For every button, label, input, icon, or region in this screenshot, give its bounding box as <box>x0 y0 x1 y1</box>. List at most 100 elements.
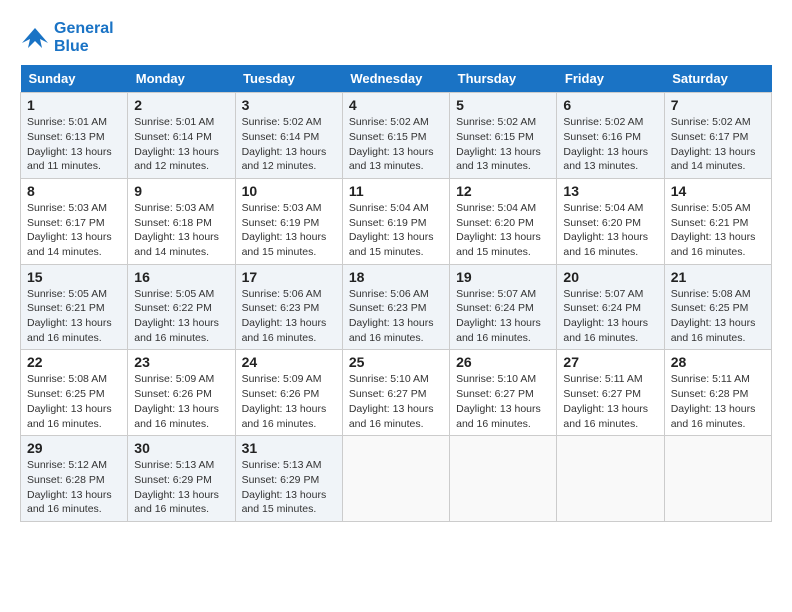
calendar-header-row: SundayMondayTuesdayWednesdayThursdayFrid… <box>21 65 772 93</box>
day-info: Sunrise: 5:08 AMSunset: 6:25 PMDaylight:… <box>27 372 121 431</box>
day-info: Sunrise: 5:10 AMSunset: 6:27 PMDaylight:… <box>456 372 550 431</box>
calendar-day-cell: 29 Sunrise: 5:12 AMSunset: 6:28 PMDayligh… <box>21 436 128 522</box>
calendar-day-cell: 22 Sunrise: 5:08 AMSunset: 6:25 PMDayligh… <box>21 350 128 436</box>
day-info: Sunrise: 5:04 AMSunset: 6:20 PMDaylight:… <box>456 201 550 260</box>
logo-text: General Blue <box>54 20 114 55</box>
day-number: 26 <box>456 354 550 370</box>
calendar-day-cell: 26 Sunrise: 5:10 AMSunset: 6:27 PMDayligh… <box>450 350 557 436</box>
logo-icon <box>20 23 50 53</box>
calendar-day-cell: 28 Sunrise: 5:11 AMSunset: 6:28 PMDayligh… <box>664 350 771 436</box>
day-info: Sunrise: 5:10 AMSunset: 6:27 PMDaylight:… <box>349 372 443 431</box>
day-info: Sunrise: 5:08 AMSunset: 6:25 PMDaylight:… <box>671 287 765 346</box>
calendar-day-cell: 19 Sunrise: 5:07 AMSunset: 6:24 PMDayligh… <box>450 264 557 350</box>
day-number: 17 <box>242 269 336 285</box>
day-info: Sunrise: 5:01 AMSunset: 6:13 PMDaylight:… <box>27 115 121 174</box>
calendar-day-cell: 6 Sunrise: 5:02 AMSunset: 6:16 PMDaylight… <box>557 93 664 179</box>
day-number: 5 <box>456 97 550 113</box>
day-number: 4 <box>349 97 443 113</box>
day-info: Sunrise: 5:03 AMSunset: 6:18 PMDaylight:… <box>134 201 228 260</box>
calendar-day-cell: 5Sunrise: 5:02 AMSunset: 6:15 PMDaylight… <box>450 93 557 179</box>
day-number: 22 <box>27 354 121 370</box>
day-info: Sunrise: 5:13 AMSunset: 6:29 PMDaylight:… <box>242 458 336 517</box>
day-info: Sunrise: 5:02 AMSunset: 6:17 PMDaylight:… <box>671 115 765 174</box>
calendar-day-cell <box>664 436 771 522</box>
weekday-header: Monday <box>128 65 235 93</box>
day-number: 23 <box>134 354 228 370</box>
calendar-day-cell: 16 Sunrise: 5:05 AMSunset: 6:22 PMDayligh… <box>128 264 235 350</box>
day-number: 2 <box>134 97 228 113</box>
day-info: Sunrise: 5:03 AMSunset: 6:17 PMDaylight:… <box>27 201 121 260</box>
calendar-week-row: 22 Sunrise: 5:08 AMSunset: 6:25 PMDayligh… <box>21 350 772 436</box>
day-number: 14 <box>671 183 765 199</box>
calendar-week-row: 29 Sunrise: 5:12 AMSunset: 6:28 PMDayligh… <box>21 436 772 522</box>
day-number: 18 <box>349 269 443 285</box>
page-header: General Blue <box>20 20 772 55</box>
day-number: 15 <box>27 269 121 285</box>
day-number: 11 <box>349 183 443 199</box>
day-number: 28 <box>671 354 765 370</box>
calendar-day-cell: 4 Sunrise: 5:02 AMSunset: 6:15 PMDaylight… <box>342 93 449 179</box>
day-info: Sunrise: 5:11 AMSunset: 6:28 PMDaylight:… <box>671 372 765 431</box>
calendar-day-cell: 3 Sunrise: 5:02 AMSunset: 6:14 PMDaylight… <box>235 93 342 179</box>
calendar-day-cell: 11 Sunrise: 5:04 AMSunset: 6:19 PMDayligh… <box>342 178 449 264</box>
day-number: 6 <box>563 97 657 113</box>
day-info: Sunrise: 5:13 AMSunset: 6:29 PMDaylight:… <box>134 458 228 517</box>
day-info: Sunrise: 5:03 AMSunset: 6:19 PMDaylight:… <box>242 201 336 260</box>
day-number: 27 <box>563 354 657 370</box>
weekday-header: Wednesday <box>342 65 449 93</box>
calendar-day-cell: 14 Sunrise: 5:05 AMSunset: 6:21 PMDayligh… <box>664 178 771 264</box>
calendar-day-cell: 12 Sunrise: 5:04 AMSunset: 6:20 PMDayligh… <box>450 178 557 264</box>
calendar-day-cell <box>342 436 449 522</box>
day-number: 21 <box>671 269 765 285</box>
day-number: 13 <box>563 183 657 199</box>
calendar-day-cell <box>557 436 664 522</box>
day-number: 12 <box>456 183 550 199</box>
day-number: 31 <box>242 440 336 456</box>
calendar-week-row: 8 Sunrise: 5:03 AMSunset: 6:17 PMDaylight… <box>21 178 772 264</box>
day-info: Sunrise: 5:04 AMSunset: 6:20 PMDaylight:… <box>563 201 657 260</box>
calendar-day-cell: 8 Sunrise: 5:03 AMSunset: 6:17 PMDaylight… <box>21 178 128 264</box>
weekday-header: Sunday <box>21 65 128 93</box>
weekday-header: Friday <box>557 65 664 93</box>
calendar-week-row: 15 Sunrise: 5:05 AMSunset: 6:21 PMDayligh… <box>21 264 772 350</box>
day-number: 29 <box>27 440 121 456</box>
weekday-header: Tuesday <box>235 65 342 93</box>
calendar-day-cell: 13 Sunrise: 5:04 AMSunset: 6:20 PMDayligh… <box>557 178 664 264</box>
day-number: 10 <box>242 183 336 199</box>
day-number: 30 <box>134 440 228 456</box>
day-number: 24 <box>242 354 336 370</box>
calendar-day-cell: 27 Sunrise: 5:11 AMSunset: 6:27 PMDayligh… <box>557 350 664 436</box>
day-number: 19 <box>456 269 550 285</box>
calendar-day-cell: 24Sunrise: 5:09 AMSunset: 6:26 PMDayligh… <box>235 350 342 436</box>
day-number: 8 <box>27 183 121 199</box>
day-number: 25 <box>349 354 443 370</box>
calendar-day-cell: 25 Sunrise: 5:10 AMSunset: 6:27 PMDayligh… <box>342 350 449 436</box>
calendar-day-cell: 18 Sunrise: 5:06 AMSunset: 6:23 PMDayligh… <box>342 264 449 350</box>
day-info: Sunrise: 5:02 AMSunset: 6:14 PMDaylight:… <box>242 115 336 174</box>
day-info: Sunrise: 5:05 AMSunset: 6:22 PMDaylight:… <box>134 287 228 346</box>
day-info: Sunrise: 5:05 AMSunset: 6:21 PMDaylight:… <box>671 201 765 260</box>
day-info: Sunrise: 5:04 AMSunset: 6:19 PMDaylight:… <box>349 201 443 260</box>
day-info: Sunrise: 5:07 AMSunset: 6:24 PMDaylight:… <box>456 287 550 346</box>
calendar-day-cell: 31 Sunrise: 5:13 AMSunset: 6:29 PMDayligh… <box>235 436 342 522</box>
calendar-day-cell <box>450 436 557 522</box>
day-info: Sunrise: 5:06 AMSunset: 6:23 PMDaylight:… <box>349 287 443 346</box>
day-info: Sunrise: 5:02 AMSunset: 6:16 PMDaylight:… <box>563 115 657 174</box>
day-info: Sunrise: 5:06 AMSunset: 6:23 PMDaylight:… <box>242 287 336 346</box>
weekday-header: Thursday <box>450 65 557 93</box>
calendar-week-row: 1Sunrise: 5:01 AMSunset: 6:13 PMDaylight… <box>21 93 772 179</box>
calendar-day-cell: 20Sunrise: 5:07 AMSunset: 6:24 PMDayligh… <box>557 264 664 350</box>
calendar-day-cell: 10 Sunrise: 5:03 AMSunset: 6:19 PMDayligh… <box>235 178 342 264</box>
day-info: Sunrise: 5:02 AMSunset: 6:15 PMDaylight:… <box>349 115 443 174</box>
day-number: 7 <box>671 97 765 113</box>
calendar-day-cell: 7 Sunrise: 5:02 AMSunset: 6:17 PMDaylight… <box>664 93 771 179</box>
calendar-day-cell: 2 Sunrise: 5:01 AMSunset: 6:14 PMDaylight… <box>128 93 235 179</box>
day-info: Sunrise: 5:12 AMSunset: 6:28 PMDaylight:… <box>27 458 121 517</box>
day-info: Sunrise: 5:09 AMSunset: 6:26 PMDaylight:… <box>134 372 228 431</box>
day-number: 16 <box>134 269 228 285</box>
day-info: Sunrise: 5:05 AMSunset: 6:21 PMDaylight:… <box>27 287 121 346</box>
day-number: 3 <box>242 97 336 113</box>
day-info: Sunrise: 5:11 AMSunset: 6:27 PMDaylight:… <box>563 372 657 431</box>
day-info: Sunrise: 5:01 AMSunset: 6:14 PMDaylight:… <box>134 115 228 174</box>
logo: General Blue <box>20 20 114 55</box>
